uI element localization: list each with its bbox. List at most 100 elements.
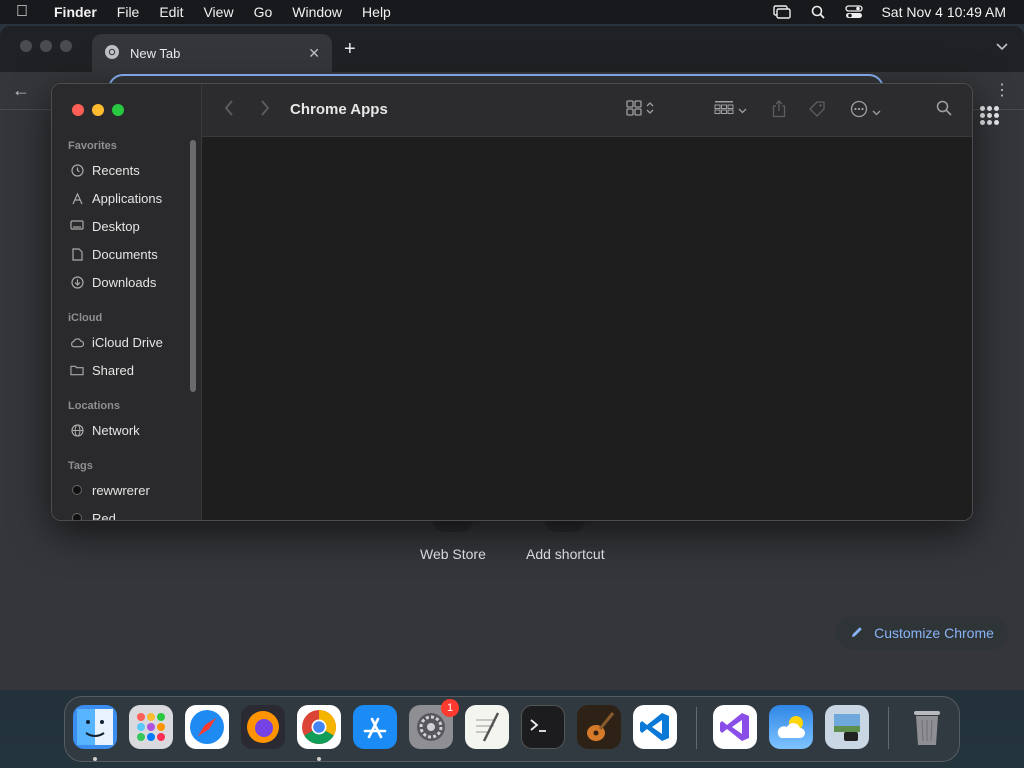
sidebar-section-locations: Locations bbox=[68, 400, 120, 412]
dock-vscode-icon[interactable] bbox=[633, 705, 677, 749]
sidebar-section-favorites: Favorites bbox=[68, 140, 117, 152]
up-down-chevron-icon bbox=[646, 101, 654, 120]
sidebar-item-tag-red[interactable]: Red bbox=[70, 508, 116, 521]
sidebar-item-label: Red bbox=[92, 510, 116, 521]
shortcut-web-store[interactable]: Web Store bbox=[420, 520, 486, 562]
finder-toolbar: Chrome Apps bbox=[202, 84, 972, 137]
screen-mirroring-icon[interactable] bbox=[773, 4, 792, 20]
sidebar-item-label: Desktop bbox=[92, 218, 140, 234]
dock-garageband-icon[interactable] bbox=[577, 705, 621, 749]
finder-zoom-button[interactable] bbox=[112, 104, 124, 116]
apple-menu-icon[interactable]:  bbox=[16, 3, 40, 21]
chrome-tab-new-tab[interactable]: New Tab ✕ bbox=[92, 34, 332, 72]
menu-go[interactable]: Go bbox=[254, 4, 273, 20]
web-store-tile bbox=[432, 520, 473, 532]
dock-chrome-icon[interactable] bbox=[297, 705, 341, 749]
finder-window-controls bbox=[72, 104, 124, 116]
dock-firefox-icon[interactable] bbox=[241, 705, 285, 749]
group-grid-icon bbox=[714, 100, 734, 119]
sidebar-item-label: rewwrerer bbox=[92, 482, 150, 498]
icon-grid-icon bbox=[626, 100, 642, 121]
finder-minimize-button[interactable] bbox=[92, 104, 104, 116]
sidebar-item-label: Documents bbox=[92, 246, 158, 262]
menu-bar:  Finder File Edit View Go Window Help S… bbox=[0, 0, 1024, 24]
chrome-zoom-button[interactable] bbox=[60, 40, 72, 52]
sidebar-item-documents[interactable]: Documents bbox=[70, 244, 158, 264]
close-tab-icon[interactable]: ✕ bbox=[308, 45, 320, 62]
menu-window[interactable]: Window bbox=[292, 4, 342, 20]
tab-search-chevron-icon[interactable] bbox=[996, 40, 1008, 54]
group-by-button[interactable] bbox=[714, 100, 747, 119]
sidebar-item-tag-rewwrerer[interactable]: rewwrerer bbox=[70, 480, 150, 500]
dock-app-store-icon[interactable] bbox=[353, 705, 397, 749]
back-arrow-icon[interactable]: ← bbox=[12, 80, 30, 101]
shortcut-web-store-label: Web Store bbox=[420, 546, 486, 562]
finder-close-button[interactable] bbox=[72, 104, 84, 116]
shared-folder-icon bbox=[70, 363, 84, 377]
sidebar-item-network[interactable]: Network bbox=[70, 420, 140, 440]
dock-preview-icon[interactable] bbox=[825, 705, 869, 749]
menu-bar-clock[interactable]: Sat Nov 4 10:49 AM bbox=[881, 4, 1006, 20]
finder-window-title: Chrome Apps bbox=[290, 101, 388, 118]
customize-chrome-label: Customize Chrome bbox=[874, 625, 994, 641]
chrome-tab-title: New Tab bbox=[130, 45, 181, 61]
google-apps-icon[interactable] bbox=[980, 106, 999, 125]
sidebar-scrollbar[interactable] bbox=[190, 140, 196, 392]
dock-system-settings-icon[interactable]: 1 bbox=[409, 699, 459, 749]
dock-finder-icon[interactable] bbox=[73, 705, 117, 749]
control-center-icon[interactable] bbox=[845, 4, 864, 20]
sidebar-item-icloud-drive[interactable]: iCloud Drive bbox=[70, 332, 163, 352]
globe-icon bbox=[70, 423, 84, 437]
document-icon bbox=[70, 247, 84, 261]
forward-chevron-icon[interactable] bbox=[260, 100, 270, 121]
back-chevron-icon[interactable] bbox=[224, 100, 234, 121]
sidebar-section-tags: Tags bbox=[68, 460, 93, 472]
spotlight-search-icon[interactable] bbox=[809, 4, 827, 20]
chrome-tab-strip: New Tab ✕ + bbox=[0, 26, 1024, 72]
download-icon bbox=[70, 275, 84, 289]
finder-content-area[interactable] bbox=[202, 137, 972, 520]
pencil-icon bbox=[850, 625, 864, 642]
sidebar-section-icloud: iCloud bbox=[68, 312, 103, 324]
customize-chrome-button[interactable]: Customize Chrome bbox=[836, 616, 1008, 650]
dock-terminal-icon[interactable] bbox=[521, 705, 565, 749]
dock-launchpad-icon[interactable] bbox=[129, 705, 173, 749]
sidebar-item-desktop[interactable]: Desktop bbox=[70, 216, 140, 236]
sidebar-item-label: Network bbox=[92, 422, 140, 438]
chrome-minimize-button[interactable] bbox=[40, 40, 52, 52]
dock-safari-icon[interactable] bbox=[185, 705, 229, 749]
sidebar-item-label: Downloads bbox=[92, 274, 157, 290]
chrome-logo-icon bbox=[104, 44, 120, 63]
chrome-window-controls bbox=[20, 40, 72, 52]
dock-visual-studio-icon[interactable] bbox=[713, 705, 757, 749]
view-mode-button[interactable] bbox=[626, 100, 654, 121]
menu-edit[interactable]: Edit bbox=[159, 4, 183, 20]
tag-dot-icon bbox=[70, 511, 84, 520]
sidebar-item-downloads[interactable]: Downloads bbox=[70, 272, 156, 292]
dock-weather-icon[interactable] bbox=[769, 705, 813, 749]
share-icon[interactable] bbox=[772, 100, 786, 118]
menu-app-finder[interactable]: Finder bbox=[54, 4, 97, 20]
dock-textedit-icon[interactable] bbox=[465, 705, 509, 749]
more-actions-button[interactable] bbox=[850, 100, 881, 123]
new-tab-plus-icon[interactable]: + bbox=[344, 38, 356, 61]
settings-badge: 1 bbox=[441, 699, 459, 717]
shortcut-add[interactable]: Add shortcut bbox=[526, 520, 605, 562]
clock-icon bbox=[70, 163, 84, 177]
menu-view[interactable]: View bbox=[203, 4, 233, 20]
applications-icon bbox=[70, 191, 84, 205]
chrome-close-button[interactable] bbox=[20, 40, 32, 52]
sidebar-item-recents[interactable]: Recents bbox=[70, 160, 140, 180]
ellipsis-circle-icon bbox=[850, 100, 868, 123]
sidebar-item-shared[interactable]: Shared bbox=[70, 360, 134, 380]
menu-help[interactable]: Help bbox=[362, 4, 391, 20]
finder-search-icon[interactable] bbox=[936, 100, 952, 116]
finder-sidebar: Favorites Recents Applications Desktop D… bbox=[52, 84, 202, 520]
dock-trash-icon[interactable] bbox=[905, 705, 949, 749]
cloud-icon bbox=[70, 335, 84, 349]
chrome-menu-icon[interactable]: ⋮ bbox=[994, 80, 1010, 100]
tag-icon[interactable] bbox=[808, 100, 826, 118]
menu-file[interactable]: File bbox=[117, 4, 140, 20]
dock-running-indicator bbox=[317, 757, 321, 761]
sidebar-item-applications[interactable]: Applications bbox=[70, 188, 162, 208]
